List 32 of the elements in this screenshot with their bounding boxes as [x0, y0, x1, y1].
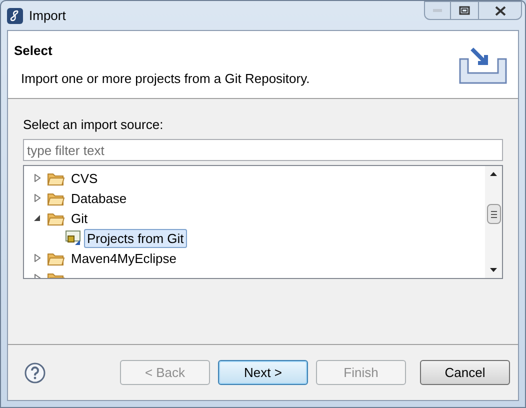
- tree-item[interactable]: Git: [68, 208, 91, 228]
- window-title: Import: [29, 6, 66, 25]
- close-button[interactable]: [478, 1, 522, 20]
- tree-item[interactable]: CVS: [68, 168, 101, 188]
- import-tray-icon: [458, 47, 508, 85]
- folder-icon: [47, 170, 65, 186]
- collapsed-arrow-icon[interactable]: [34, 174, 41, 182]
- scroll-down-icon[interactable]: [490, 268, 497, 272]
- collapsed-arrow-icon[interactable]: [34, 194, 41, 202]
- dialog-button[interactable]: Next >: [218, 360, 308, 385]
- vertical-scrollbar[interactable]: [485, 166, 502, 278]
- close-icon: [494, 6, 506, 16]
- tree-item[interactable]: Maven4MyEclipse: [68, 248, 180, 268]
- scrollbar-thumb[interactable]: [486, 204, 500, 224]
- filter-field[interactable]: type filter text: [23, 139, 503, 161]
- tree-item[interactable]: Database: [68, 188, 130, 208]
- expanded-arrow-icon[interactable]: [34, 214, 41, 222]
- tree-item[interactable]: Projects from Git: [84, 228, 187, 248]
- git-wizard-icon: [65, 230, 81, 246]
- page-title: Select: [14, 42, 54, 60]
- help-icon[interactable]: [24, 362, 46, 384]
- dialog-button[interactable]: Cancel: [420, 360, 510, 385]
- folder-icon: [47, 190, 65, 206]
- app-logo-icon: [7, 8, 23, 24]
- maximize-icon: [459, 6, 470, 15]
- collapsed-arrow-icon[interactable]: [34, 254, 41, 262]
- maximize-button[interactable]: [451, 1, 478, 20]
- scroll-up-icon[interactable]: [490, 172, 497, 176]
- page-description: Import one or more projects from a Git Repository.: [21, 70, 310, 88]
- open-folder-icon: [47, 210, 65, 226]
- source-label: Select an import source:: [23, 117, 164, 133]
- folder-icon: [47, 250, 65, 266]
